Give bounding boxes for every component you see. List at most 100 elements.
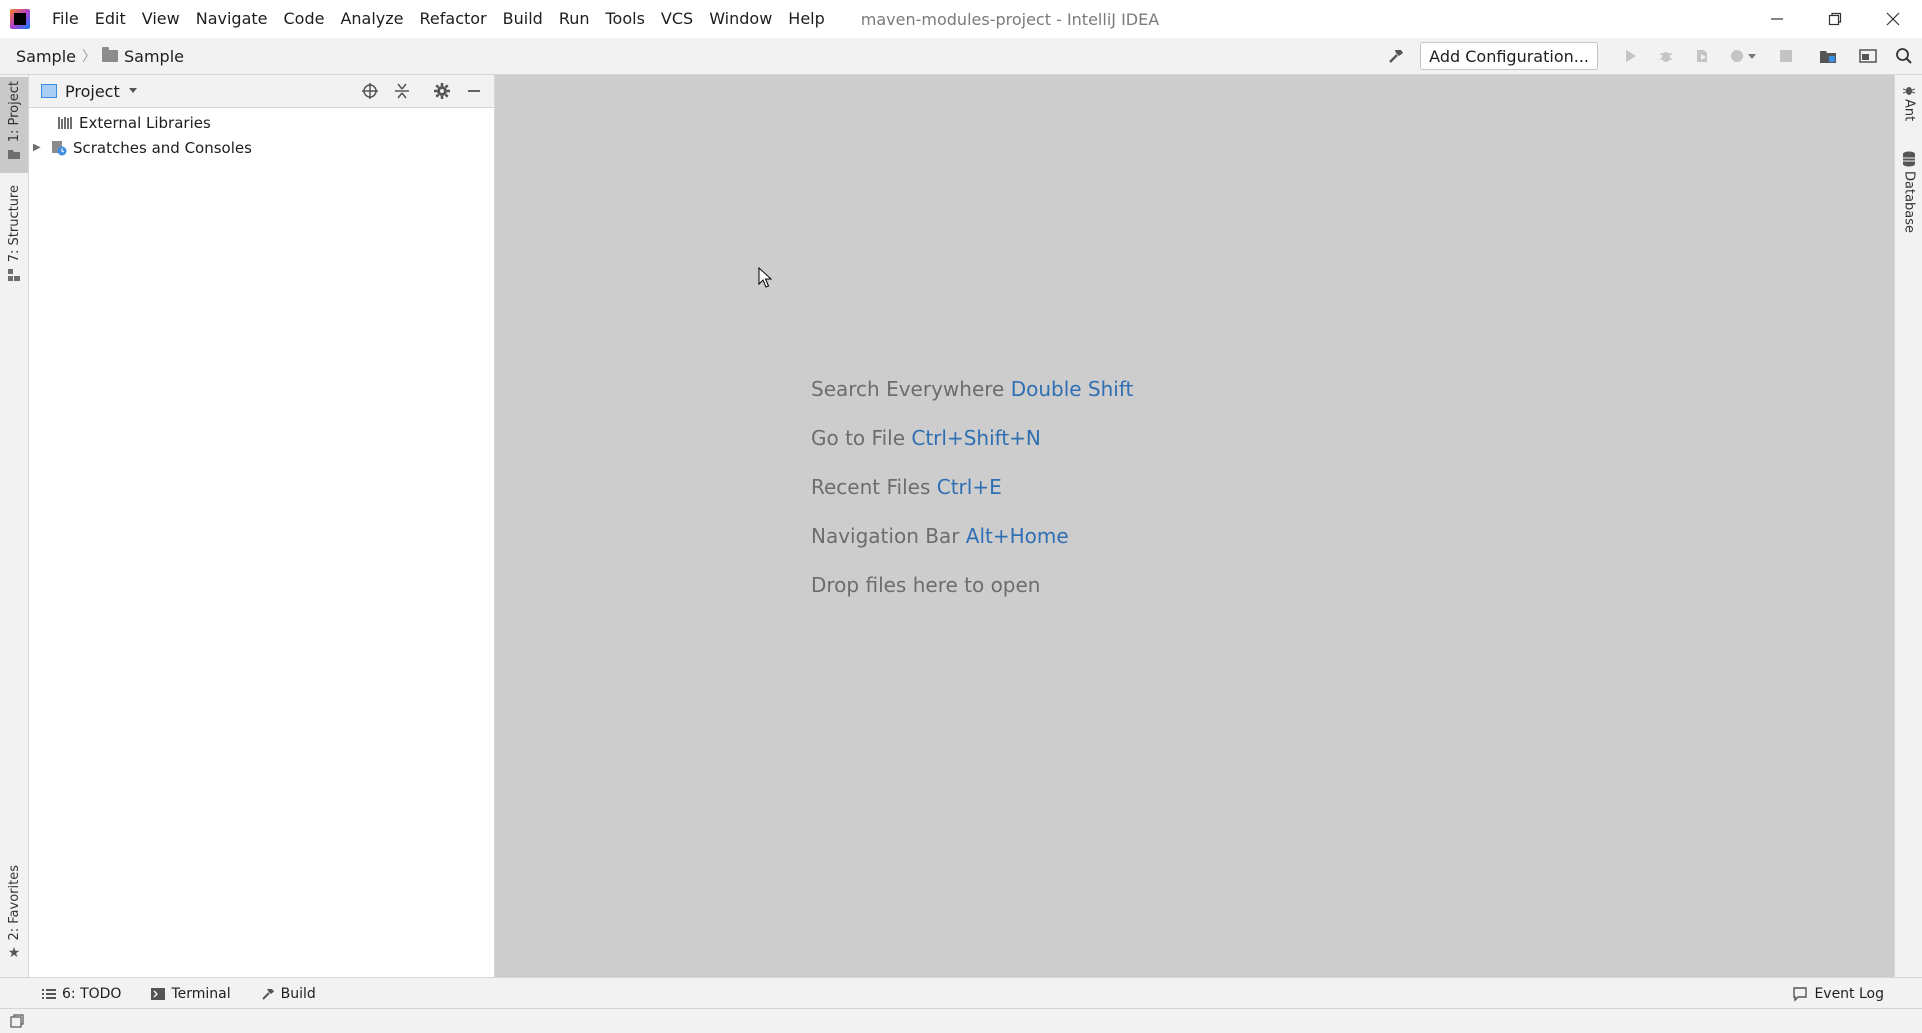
crosshair-icon: [362, 83, 378, 99]
navigation-bar: Sample 〉 Sample Add Configuration...: [0, 38, 1922, 75]
close-icon: [1886, 12, 1900, 26]
title-bar: File Edit View Navigate Code Analyze Ref…: [0, 0, 1922, 39]
menu-window[interactable]: Window: [701, 0, 780, 38]
tab-structure-label: 7: Structure: [6, 185, 22, 263]
menu-view[interactable]: View: [134, 0, 188, 38]
build-tool-button[interactable]: Build: [253, 986, 324, 1002]
hint-drop-files: Drop files here to open: [811, 561, 1133, 610]
terminal-tool-button[interactable]: Terminal: [143, 986, 238, 1002]
add-configuration-button[interactable]: Add Configuration...: [1420, 42, 1598, 70]
minimize-icon: [1771, 18, 1783, 20]
project-panel-header: Project: [29, 75, 494, 108]
tab-structure[interactable]: 7: Structure: [0, 185, 28, 285]
terminal-tool-label: Terminal: [171, 985, 231, 1002]
search-everywhere-button[interactable]: [1886, 38, 1922, 74]
project-structure-button[interactable]: [1810, 38, 1846, 74]
todo-tool-button[interactable]: 6: TODO: [34, 986, 129, 1002]
tab-ant[interactable]: Ant: [1895, 85, 1922, 141]
collapse-all-button[interactable]: [386, 75, 418, 107]
main-toolbar: Add Configuration...: [1378, 38, 1922, 74]
mouse-pointer-icon: [758, 267, 772, 288]
menu-analyze[interactable]: Analyze: [332, 0, 411, 38]
terminal-icon: [151, 987, 166, 1000]
left-tool-stripe: 1: Project 7: Structure 2: Favorites ★: [0, 75, 29, 977]
menu-edit[interactable]: Edit: [87, 0, 134, 38]
project-tree: External Libraries ▶ Scratches and Conso…: [29, 108, 494, 160]
bottom-tool-bar: 6: TODO Terminal Build Event Log: [0, 977, 1922, 1009]
tab-favorites-label: 2: Favorites: [6, 865, 22, 941]
locate-file-button[interactable]: [354, 75, 386, 107]
menu-build[interactable]: Build: [495, 0, 551, 38]
menu-run[interactable]: Run: [551, 0, 598, 38]
hammer-icon: [261, 988, 274, 1000]
window-title: maven-modules-project - IntelliJ IDEA: [860, 9, 1160, 29]
breadcrumb-separator-icon: 〉: [82, 49, 96, 65]
menu-vcs[interactable]: VCS: [653, 0, 701, 38]
build-tool-label: Build: [280, 985, 316, 1002]
run-with-coverage-button[interactable]: [1684, 38, 1720, 74]
menu-refactor[interactable]: Refactor: [412, 0, 495, 38]
event-log-button[interactable]: Event Log: [1792, 978, 1884, 1009]
run-button[interactable]: [1612, 38, 1648, 74]
hint-navigation-bar: Navigation Bar Alt+Home: [811, 512, 1133, 561]
menu-navigate[interactable]: Navigate: [188, 0, 276, 38]
minimize-button[interactable]: [1748, 0, 1806, 38]
profile-button[interactable]: [1720, 38, 1768, 74]
stop-button[interactable]: [1768, 38, 1804, 74]
project-view-selector[interactable]: Project: [41, 82, 138, 101]
coverage-icon: [1697, 50, 1707, 62]
debug-button[interactable]: [1648, 38, 1684, 74]
tab-ant-label: Ant: [1901, 99, 1917, 122]
hint-go-to-file: Go to File Ctrl+Shift+N: [811, 414, 1133, 463]
library-icon: [58, 116, 72, 129]
hint-shortcut: Alt+Home: [965, 524, 1069, 548]
breadcrumb-module[interactable]: Sample: [102, 47, 184, 66]
hide-panel-button[interactable]: [458, 75, 490, 107]
profiler-icon: [1731, 50, 1756, 62]
tree-item-external-libraries[interactable]: External Libraries: [29, 110, 494, 135]
close-button[interactable]: [1864, 0, 1922, 38]
window-layout-icon: [1859, 49, 1877, 63]
hammer-icon: [1389, 50, 1404, 63]
hint-text: Recent Files: [811, 475, 931, 499]
tab-database-label: Database: [1901, 171, 1917, 234]
menu-code[interactable]: Code: [276, 0, 333, 38]
list-icon: [42, 988, 56, 999]
menu-help[interactable]: Help: [780, 0, 832, 38]
collapse-all-icon: [395, 83, 409, 99]
restore-icon: [1828, 12, 1842, 26]
folder-icon: [102, 47, 118, 62]
build-project-button[interactable]: [1378, 38, 1414, 74]
expand-arrow-icon[interactable]: ▶: [33, 142, 47, 153]
editor-empty-area[interactable]: Search Everywhere Double Shift Go to Fil…: [495, 75, 1894, 977]
tool-windows-toggle-icon[interactable]: [10, 1014, 24, 1028]
hint-text: Navigation Bar: [811, 524, 960, 548]
restore-button[interactable]: [1806, 0, 1864, 38]
breadcrumb-project[interactable]: Sample: [16, 47, 76, 66]
tab-favorites[interactable]: 2: Favorites ★: [0, 865, 28, 965]
project-panel-title: Project: [65, 81, 120, 101]
hint-text: Go to File: [811, 426, 905, 450]
tree-item-label: Scratches and Consoles: [73, 138, 252, 157]
menu-tools[interactable]: Tools: [598, 0, 653, 38]
settings-button[interactable]: [426, 75, 458, 107]
project-tool-window: Project External Libraries ▶ Scratches a…: [29, 75, 495, 977]
stop-icon: [1780, 50, 1792, 62]
tree-item-label: External Libraries: [79, 113, 211, 132]
structure-icon: [8, 269, 20, 282]
menu-file[interactable]: File: [44, 0, 87, 38]
menu-bar: File Edit View Navigate Code Analyze Ref…: [44, 0, 833, 38]
chevron-down-icon: [128, 88, 137, 93]
tab-project[interactable]: 1: Project: [0, 77, 28, 173]
folder-icon: [8, 150, 20, 160]
hint-shortcut: Ctrl+Shift+N: [911, 426, 1041, 450]
tab-database[interactable]: Database: [1895, 151, 1922, 261]
star-icon: ★: [7, 944, 21, 961]
hint-text: Drop files here to open: [811, 573, 1041, 597]
presentation-mode-button[interactable]: [1850, 38, 1886, 74]
tree-item-scratches-and-consoles[interactable]: ▶ Scratches and Consoles: [29, 135, 494, 160]
tab-project-label: 1: Project: [6, 81, 22, 143]
breadcrumb-module-label: Sample: [124, 46, 184, 66]
hint-shortcut: Ctrl+E: [936, 475, 1002, 499]
bug-icon: [1660, 52, 1672, 62]
